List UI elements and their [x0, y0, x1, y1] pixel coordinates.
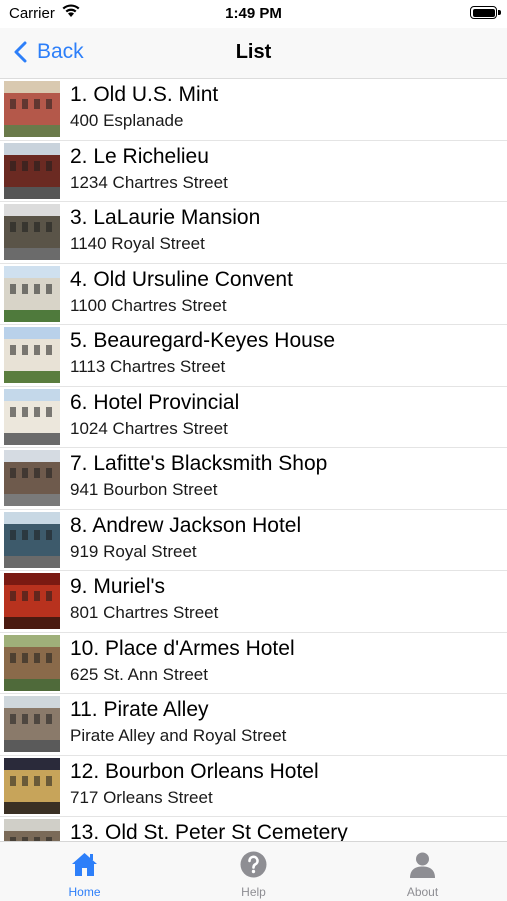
list-item-address: 1140 Royal Street — [70, 234, 205, 253]
tab-about-label: About — [406, 885, 439, 899]
list-item-title: 2. Le Richelieu — [70, 144, 209, 168]
tab-help[interactable]: Help — [169, 842, 338, 901]
status-bar: Carrier 1:49 PM — [0, 0, 507, 28]
tab-bar: Home Help About — [0, 841, 507, 901]
location-list[interactable]: 1. Old U.S. Mint 400 Esplanade 2. Le Riche… — [0, 79, 507, 841]
list-item-address: 1100 Chartres Street — [70, 295, 227, 315]
list-item[interactable]: 8. Andrew Jackson Hotel 919 Royal Street — [0, 510, 507, 571]
location-thumbnail — [4, 511, 60, 568]
location-thumbnail — [4, 204, 60, 260]
list-item[interactable]: 11. Pirate Alley Pirate Alley and Royal S… — [0, 694, 507, 756]
tab-home-label: Home — [68, 885, 101, 899]
list-item[interactable]: 9. Muriel's 801 Chartres Street — [0, 571, 507, 633]
location-thumbnail — [4, 388, 60, 445]
list-item-address: Pirate Alley and Royal Street — [70, 726, 287, 745]
list-item-address: 1024 Chartres Street — [70, 418, 228, 438]
help-icon — [240, 851, 267, 878]
list-item-address: 1234 Chartres Street — [70, 172, 228, 192]
list-item[interactable]: 1. Old U.S. Mint 400 Esplanade — [0, 79, 507, 141]
list-item-title: 7. Lafitte's Blacksmith Shop — [70, 452, 328, 475]
list-item-title: 13. Old St. Peter St Cemetery — [70, 821, 348, 841]
location-thumbnail — [4, 450, 60, 506]
list-item[interactable]: 5. Beauregard-Keyes House 1113 Chartres S… — [0, 325, 507, 387]
location-thumbnail — [4, 142, 60, 199]
battery-icon — [470, 6, 501, 19]
list-item[interactable]: 6. Hotel Provincial 1024 Chartres Street — [0, 387, 507, 448]
list-item[interactable]: 7. Lafitte's Blacksmith Shop 941 Bourbon … — [0, 448, 507, 510]
list-item-address: 717 Orleans Street — [70, 787, 213, 807]
location-thumbnail — [4, 265, 60, 322]
page-title: List — [235, 41, 272, 63]
location-thumbnail — [4, 573, 60, 629]
list-item[interactable]: 10. Place d'Armes Hotel 625 St. Ann Stree… — [0, 633, 507, 694]
location-thumbnail — [4, 819, 60, 841]
list-item-title: 12. Bourbon Orleans Hotel — [70, 759, 319, 783]
list-item-title: 8. Andrew Jackson Hotel — [70, 513, 302, 537]
location-thumbnail — [4, 634, 60, 691]
list-item[interactable]: 2. Le Richelieu 1234 Chartres Street — [0, 141, 507, 202]
list-item-title: 9. Muriel's — [70, 575, 166, 598]
navigation-bar: Back List — [0, 28, 507, 79]
location-thumbnail — [4, 696, 60, 752]
tab-about[interactable]: About — [338, 842, 507, 901]
list-item-title: 11. Pirate Alley — [70, 698, 209, 721]
list-item-title: 3. LaLaurie Mansion — [70, 206, 261, 229]
list-item-title: 5. Beauregard-Keyes House — [70, 329, 335, 352]
list-item[interactable]: 3. LaLaurie Mansion 1140 Royal Street — [0, 202, 507, 264]
list-item-address: 1113 Chartres Street — [70, 357, 226, 376]
list-item-title: 6. Hotel Provincial — [70, 390, 240, 414]
list-item-title: 4. Old Ursuline Convent — [70, 267, 293, 291]
list-item-address: 941 Bourbon Street — [70, 480, 218, 499]
clock: 1:49 PM — [225, 5, 282, 22]
location-thumbnail — [4, 757, 60, 814]
list-item-title: 10. Place d'Armes Hotel — [70, 636, 295, 660]
list-item-address: 919 Royal Street — [70, 541, 197, 561]
tab-help-label: Help — [241, 885, 266, 899]
list-item-title: 1. Old U.S. Mint — [70, 83, 219, 106]
home-icon — [72, 853, 97, 876]
list-item[interactable]: 12. Bourbon Orleans Hotel 717 Orleans Str… — [0, 756, 507, 817]
list-item[interactable]: 13. Old St. Peter St Cemetery — [0, 817, 507, 841]
location-thumbnail — [4, 81, 60, 137]
tab-home[interactable]: Home — [0, 842, 169, 901]
person-icon — [410, 852, 435, 878]
list-item-address: 801 Chartres Street — [70, 603, 219, 622]
list-item-address: 625 St. Ann Street — [70, 664, 208, 684]
list-item-address: 400 Esplanade — [70, 111, 184, 130]
location-thumbnail — [4, 327, 60, 383]
list-item[interactable]: 4. Old Ursuline Convent 1100 Chartres Str… — [0, 264, 507, 325]
